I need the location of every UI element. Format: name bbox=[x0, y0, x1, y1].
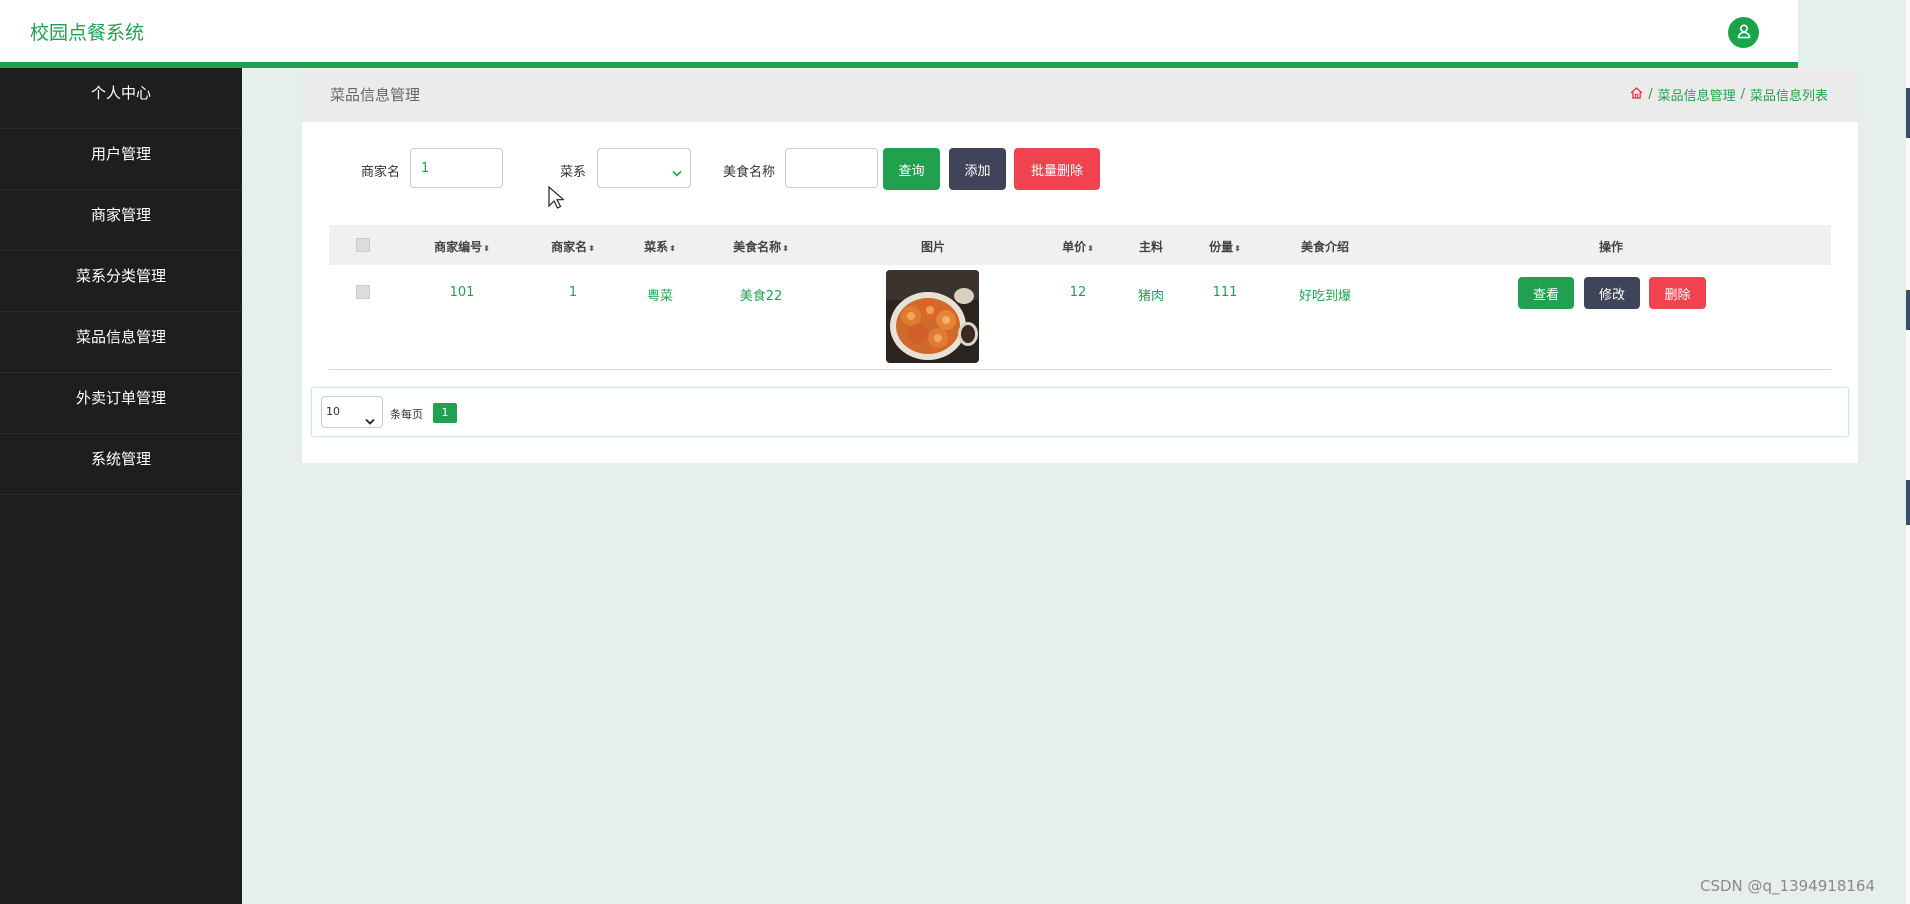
sidebar: 个人中心 用户管理 商家管理 菜系分类管理 菜品信息管理 外卖订单管理 系统管理 bbox=[0, 68, 242, 904]
sort-icon: ⬍ bbox=[669, 244, 676, 253]
home-icon[interactable] bbox=[1630, 86, 1643, 103]
delete-button[interactable]: 删除 bbox=[1649, 277, 1706, 309]
column-header-image: 图片 bbox=[920, 240, 946, 254]
cell-food-name: 美食22 bbox=[739, 289, 783, 304]
column-header-merchant-name[interactable]: 商家名⬍ bbox=[551, 238, 595, 255]
merchant-name-input[interactable] bbox=[410, 148, 503, 188]
cell-cuisine: 粤菜 bbox=[646, 289, 674, 304]
breadcrumb-separator: / bbox=[1740, 87, 1745, 102]
chevron-down-icon bbox=[365, 408, 375, 438]
top-header: 校园点餐系统 bbox=[0, 0, 1798, 68]
sidebar-item-profile[interactable]: 个人中心 bbox=[0, 68, 242, 129]
page-number-current[interactable]: 1 bbox=[433, 403, 457, 423]
column-header-cuisine[interactable]: 菜系⬍ bbox=[644, 238, 676, 255]
sort-icon: ⬍ bbox=[1087, 244, 1094, 253]
page-title: 菜品信息管理 bbox=[330, 86, 421, 104]
page-size-value: 10 bbox=[326, 405, 340, 418]
column-header-label: 商家名 bbox=[551, 240, 588, 254]
edit-button[interactable]: 修改 bbox=[1584, 277, 1640, 309]
sort-icon: ⬍ bbox=[483, 244, 490, 253]
cell-intro: 好吃到爆 bbox=[1298, 289, 1352, 304]
cuisine-label: 菜系 bbox=[560, 165, 587, 180]
dish-table: 商家编号⬍ 商家名⬍ 菜系⬍ 美食名称⬍ 图片 单价⬍ 主料 份量⬍ 美食介绍 … bbox=[329, 225, 1831, 370]
chevron-down-icon bbox=[672, 163, 682, 182]
column-header-price[interactable]: 单价⬍ bbox=[1062, 238, 1094, 255]
breadcrumb-dish-management[interactable]: 菜品信息管理 bbox=[1658, 85, 1736, 104]
app-title: 校园点餐系统 bbox=[30, 22, 145, 44]
panel-header: 菜品信息管理 / 菜品信息管理 / 菜品信息列表 bbox=[302, 68, 1858, 122]
cell-merchant-no: 101 bbox=[449, 285, 475, 300]
row-checkbox[interactable] bbox=[356, 285, 370, 299]
cuisine-select[interactable] bbox=[597, 148, 691, 188]
search-form: 商家名 菜系 美食名称 查询 添加 批量删除 bbox=[302, 148, 1858, 192]
select-all-checkbox[interactable] bbox=[356, 238, 370, 252]
table-header: 商家编号⬍ 商家名⬍ 菜系⬍ 美食名称⬍ 图片 单价⬍ 主料 份量⬍ 美食介绍 … bbox=[329, 225, 1831, 265]
column-header-food-name[interactable]: 美食名称⬍ bbox=[733, 238, 789, 255]
merchant-name-label: 商家名 bbox=[361, 165, 401, 180]
column-header-label: 商家编号 bbox=[434, 240, 483, 254]
watermark: CSDN @q_1394918164 bbox=[1700, 877, 1875, 895]
cell-portion: 111 bbox=[1212, 285, 1238, 300]
sidebar-item-users[interactable]: 用户管理 bbox=[0, 129, 242, 190]
sort-icon: ⬍ bbox=[1234, 244, 1241, 253]
column-header-label: 份量 bbox=[1209, 240, 1234, 254]
batch-delete-button[interactable]: 批量删除 bbox=[1014, 148, 1100, 190]
cell-main-ingredient: 猪肉 bbox=[1137, 289, 1165, 304]
sort-icon: ⬍ bbox=[588, 244, 595, 253]
column-header-merchant-no[interactable]: 商家编号⬍ bbox=[434, 238, 490, 255]
breadcrumb: / 菜品信息管理 / 菜品信息列表 bbox=[1630, 85, 1828, 104]
table-row: 101 1 粤菜 美食22 12 猪肉 111 好吃到爆 查看 修改 删除 bbox=[329, 265, 1831, 370]
right-edge-strip bbox=[1906, 0, 1910, 904]
pagination: 10 条每页 1 bbox=[311, 387, 1849, 437]
food-name-label: 美食名称 bbox=[723, 165, 776, 180]
breadcrumb-dish-list[interactable]: 菜品信息列表 bbox=[1750, 85, 1828, 104]
mouse-cursor-icon bbox=[548, 185, 566, 214]
cell-price: 12 bbox=[1069, 285, 1087, 300]
sidebar-item-dishes[interactable]: 菜品信息管理 bbox=[0, 312, 242, 373]
column-header-actions: 操作 bbox=[1598, 240, 1624, 254]
food-name-input[interactable] bbox=[785, 148, 878, 188]
column-header-main-ingredient: 主料 bbox=[1138, 240, 1164, 254]
sidebar-item-cuisine-categories[interactable]: 菜系分类管理 bbox=[0, 251, 242, 312]
column-header-label: 单价 bbox=[1062, 240, 1087, 254]
sidebar-item-merchants[interactable]: 商家管理 bbox=[0, 190, 242, 251]
breadcrumb-separator: / bbox=[1648, 87, 1653, 102]
query-button[interactable]: 查询 bbox=[883, 148, 940, 190]
user-avatar-button[interactable] bbox=[1728, 17, 1759, 48]
column-header-label: 菜系 bbox=[644, 240, 669, 254]
column-header-portion[interactable]: 份量⬍ bbox=[1209, 238, 1241, 255]
sidebar-item-orders[interactable]: 外卖订单管理 bbox=[0, 373, 242, 434]
column-header-intro: 美食介绍 bbox=[1300, 240, 1350, 254]
cell-merchant-name: 1 bbox=[568, 285, 578, 300]
main-panel: 菜品信息管理 / 菜品信息管理 / 菜品信息列表 商家名 菜系 美食名称 查询 … bbox=[302, 68, 1858, 463]
food-image bbox=[886, 270, 979, 363]
page-size-select[interactable]: 10 bbox=[321, 396, 383, 428]
add-button[interactable]: 添加 bbox=[949, 148, 1006, 190]
sort-icon: ⬍ bbox=[782, 244, 789, 253]
sidebar-item-system[interactable]: 系统管理 bbox=[0, 434, 242, 495]
per-page-label: 条每页 bbox=[390, 408, 423, 421]
view-button[interactable]: 查看 bbox=[1518, 277, 1574, 309]
column-header-label: 美食名称 bbox=[733, 240, 782, 254]
user-icon bbox=[1736, 23, 1752, 43]
